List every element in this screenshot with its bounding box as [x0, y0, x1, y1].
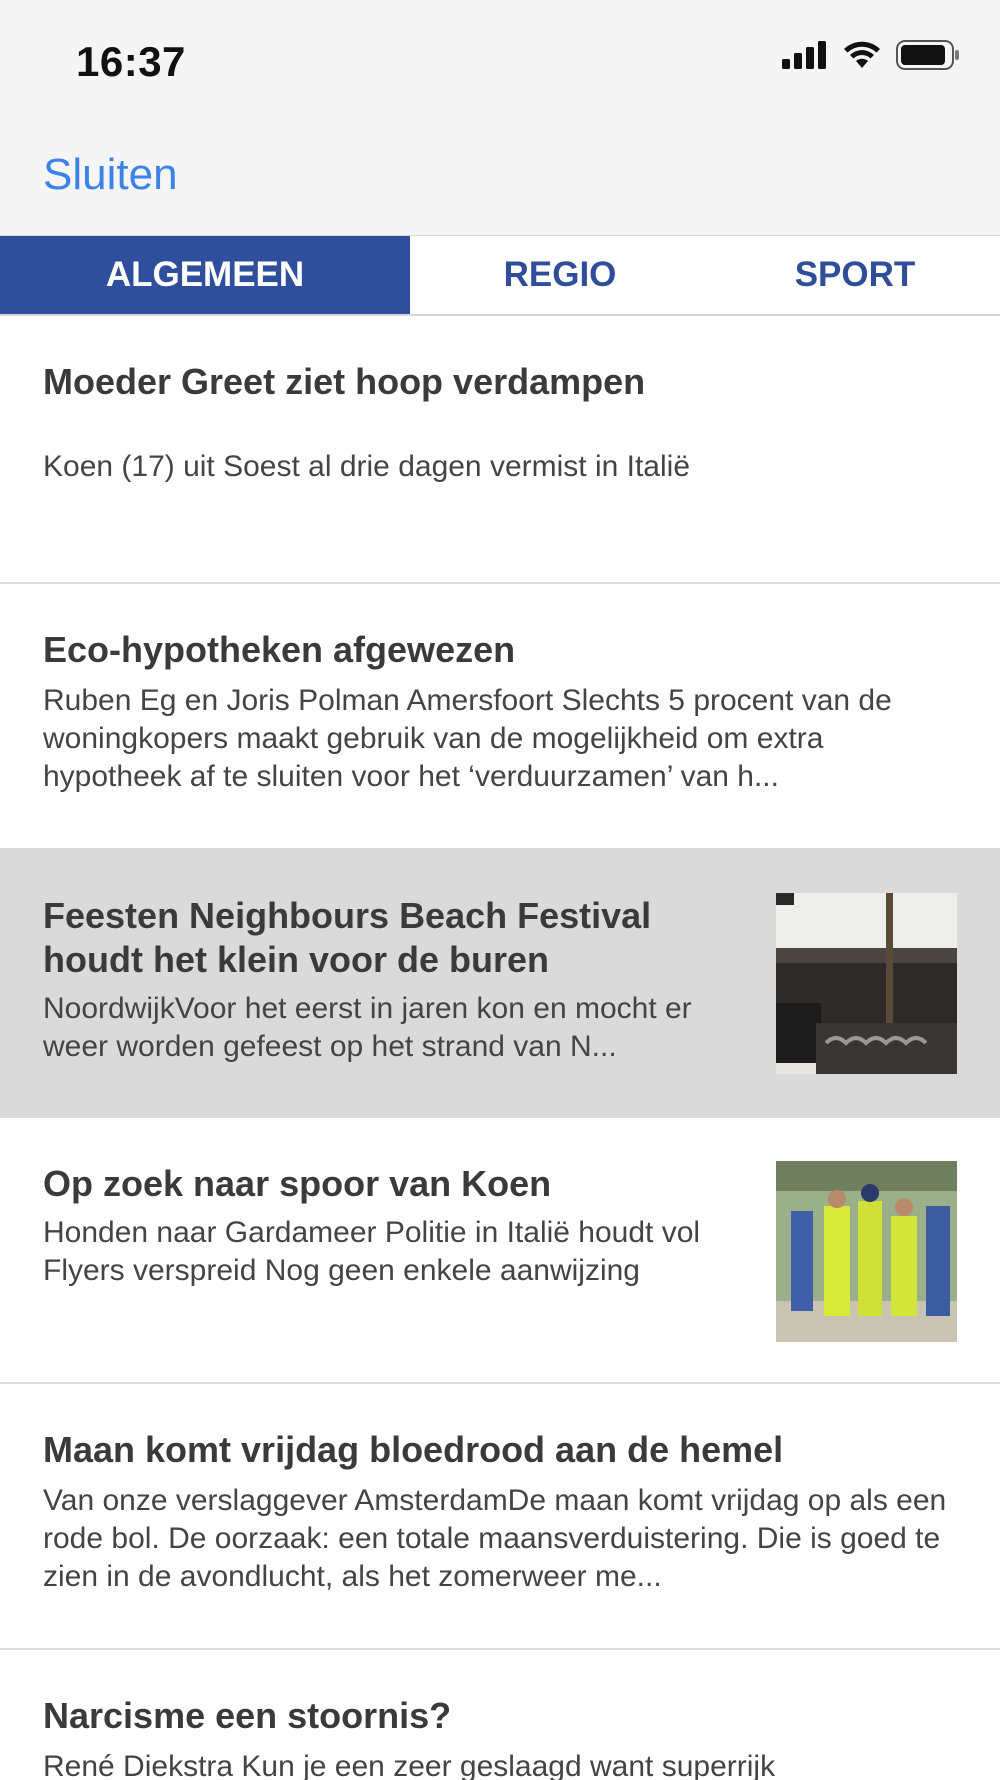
tab-algemeen[interactable]: ALGEMEEN	[0, 236, 410, 314]
navigation-bar: Sluiten	[0, 120, 1000, 237]
status-bar: 16:37	[0, 0, 1000, 120]
status-time: 16:37	[76, 38, 186, 85]
article-item[interactable]: Moeder Greet ziet hoop verdampen Koen (1…	[0, 316, 1000, 584]
article-description: Ruben Eg en Joris Polman Amersfoort Slec…	[43, 684, 892, 793]
article-description: NoordwijkVoor het eerst in jaren kon en …	[43, 992, 692, 1063]
search-team-photo	[776, 1161, 957, 1342]
article-title: Moeder Greet ziet hoop verdampen	[43, 361, 646, 402]
battery-icon	[896, 40, 959, 70]
article-item[interactable]: Op zoek naar spoor van Koen Honden naar …	[0, 1118, 1000, 1384]
beach-festival-crowd-photo	[776, 893, 957, 1074]
category-tabs: ALGEMEEN REGIO SPORT	[0, 236, 1000, 316]
article-title: Eco-hypotheken afgewezen	[43, 629, 516, 670]
article-title: Feesten Neighbours Beach Festival houdt …	[43, 895, 652, 980]
close-button[interactable]: Sluiten	[43, 150, 178, 200]
article-item[interactable]: Narcisme een stoornis? René Diekstra Kun…	[0, 1650, 1000, 1780]
article-description: Honden naar Gardameer Politie in Italië …	[43, 1216, 701, 1287]
article-item[interactable]: Eco-hypotheken afgewezen Ruben Eg en Jor…	[0, 584, 1000, 850]
signal-icon	[782, 41, 826, 69]
article-description: Van onze verslaggever AmsterdamDe maan k…	[43, 1484, 947, 1593]
article-description: Koen (17) uit Soest al drie dagen vermis…	[43, 450, 691, 483]
article-title: Narcisme een stoornis?	[43, 1695, 452, 1736]
article-item[interactable]: Feesten Neighbours Beach Festival houdt …	[0, 850, 1000, 1118]
tab-regio[interactable]: REGIO	[410, 236, 710, 314]
article-title: Maan komt vrijdag bloedrood aan de hemel	[43, 1429, 784, 1470]
article-thumbnail	[776, 893, 957, 1074]
tab-sport[interactable]: SPORT	[710, 236, 1000, 314]
article-title: Op zoek naar spoor van Koen	[43, 1163, 552, 1204]
article-description: René Diekstra Kun je een zeer geslaagd w…	[43, 1750, 776, 1780]
status-icons	[782, 40, 960, 70]
article-thumbnail	[776, 1161, 957, 1342]
article-item[interactable]: Maan komt vrijdag bloedrood aan de hemel…	[0, 1384, 1000, 1650]
news-feed: Moeder Greet ziet hoop verdampen Koen (1…	[0, 316, 1000, 1780]
wifi-icon	[844, 41, 880, 68]
